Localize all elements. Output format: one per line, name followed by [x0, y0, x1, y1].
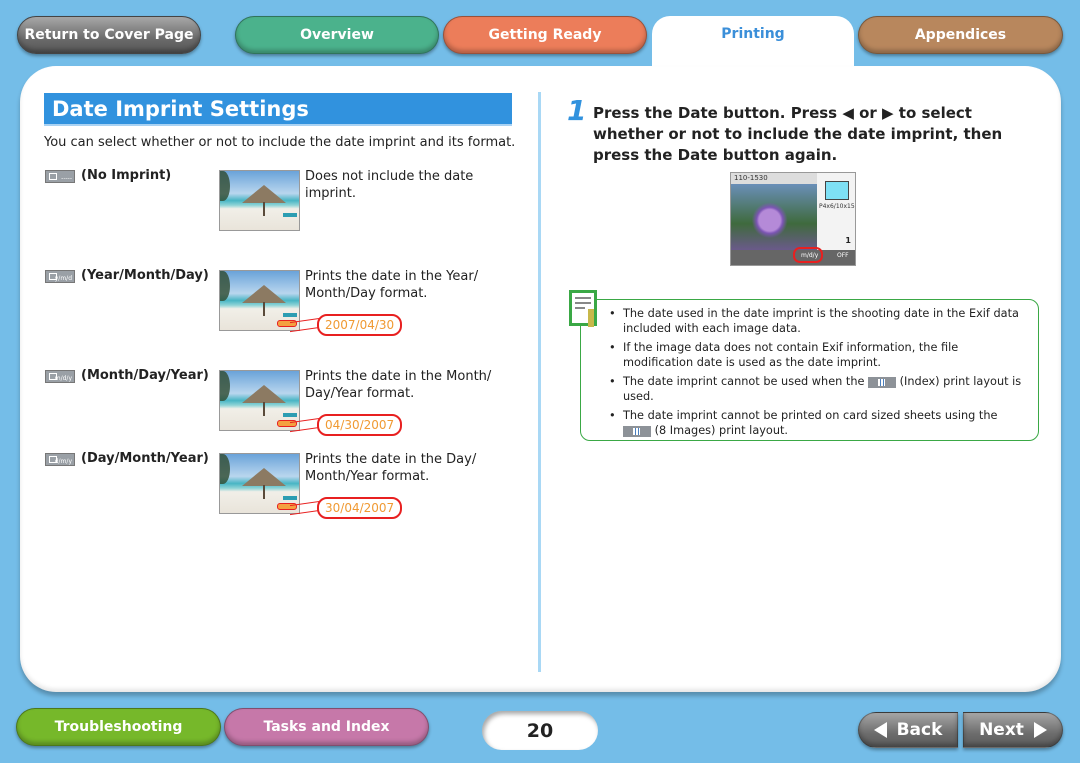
- index-layout-icon: [868, 376, 897, 388]
- troubleshooting-button[interactable]: Troubleshooting: [16, 708, 221, 746]
- setting-description: Prints the date in the Day/ Month/Year f…: [305, 452, 477, 484]
- note-text: The date imprint cannot be used when the: [623, 375, 865, 388]
- setting-description: Prints the date in the Month/ Day/Year f…: [305, 369, 492, 401]
- setting-label: (Year/Month/Day): [81, 268, 209, 283]
- date-mdy-icon: m/d/y: [45, 370, 75, 383]
- date-example-callout: 30/04/2007: [317, 497, 403, 519]
- intro-text: You can select whether or not to include…: [44, 135, 516, 150]
- note-item: The date used in the date imprint is the…: [609, 306, 1029, 336]
- date-highlight: [793, 247, 823, 263]
- column-divider: [538, 92, 541, 672]
- paper-icon: [825, 181, 849, 200]
- page-number: 20: [482, 711, 598, 750]
- setting-description: Prints the date in the Year/ Month/Day f…: [305, 269, 479, 301]
- step-number: 1: [567, 94, 587, 127]
- date-off-icon: -----: [45, 170, 75, 183]
- date-ymd-icon: y/m/d: [45, 270, 75, 283]
- setting-label: (No Imprint): [81, 168, 172, 183]
- date-example-callout: 2007/04/30: [317, 314, 403, 336]
- note-text: The date imprint cannot be printed on ca…: [623, 409, 998, 422]
- sample-photo: [219, 453, 300, 514]
- lcd-correction: OFF: [837, 252, 849, 259]
- lcd-side-panel: P4x6/10x15 1: [817, 173, 855, 250]
- tab-appendices[interactable]: Appendices: [858, 16, 1063, 54]
- lcd-paper-size: P4x6/10x15: [819, 203, 855, 210]
- next-button[interactable]: Next: [963, 712, 1063, 748]
- sample-photo: [219, 370, 300, 431]
- icon-code: m/d/y: [54, 375, 72, 382]
- tab-getting-ready[interactable]: Getting Ready: [443, 16, 647, 54]
- section-title: Date Imprint Settings: [44, 93, 512, 126]
- lcd-photo: [731, 184, 817, 250]
- sample-photo: [219, 170, 300, 231]
- icon-code: -----: [61, 175, 72, 182]
- date-example-callout: 04/30/2007: [317, 414, 403, 436]
- tab-printing[interactable]: Printing: [652, 16, 854, 70]
- note-item: The date imprint cannot be used when the…: [609, 374, 1029, 404]
- note-box: The date used in the date imprint is the…: [580, 299, 1039, 441]
- next-label: Next: [979, 720, 1024, 740]
- printer-lcd-screen: 110-1530 P4x6/10x15 1 m/d/y OFF: [730, 172, 856, 266]
- note-icon: [569, 290, 597, 327]
- setting-label: (Month/Day/Year): [81, 368, 209, 383]
- back-arrow-icon: [873, 722, 887, 738]
- return-to-cover-button[interactable]: Return to Cover Page: [17, 16, 201, 54]
- note-item: If the image data does not contain Exif …: [609, 340, 1029, 370]
- back-button[interactable]: Back: [858, 712, 958, 748]
- icon-code: y/m/d: [54, 275, 72, 282]
- icon-code: d/m/y: [54, 458, 72, 465]
- tasks-index-button[interactable]: Tasks and Index: [224, 708, 429, 746]
- eight-images-layout-icon: [623, 425, 651, 437]
- setting-label: (Day/Month/Year): [81, 451, 209, 466]
- note-item: The date imprint cannot be printed on ca…: [609, 408, 1029, 438]
- sample-photo: [219, 270, 300, 331]
- tab-overview[interactable]: Overview: [235, 16, 439, 54]
- back-label: Back: [896, 720, 943, 740]
- step-instruction: Press the Date button. Press ◀ or ▶ to s…: [593, 104, 1003, 164]
- date-dmy-icon: d/m/y: [45, 453, 75, 466]
- lcd-copies: 1: [845, 236, 851, 245]
- note-text: (8 Images) print layout.: [654, 424, 789, 437]
- setting-description: Does not include the date imprint.: [305, 169, 474, 201]
- lcd-file-number: 110-1530: [731, 173, 817, 184]
- next-arrow-icon: [1033, 722, 1047, 738]
